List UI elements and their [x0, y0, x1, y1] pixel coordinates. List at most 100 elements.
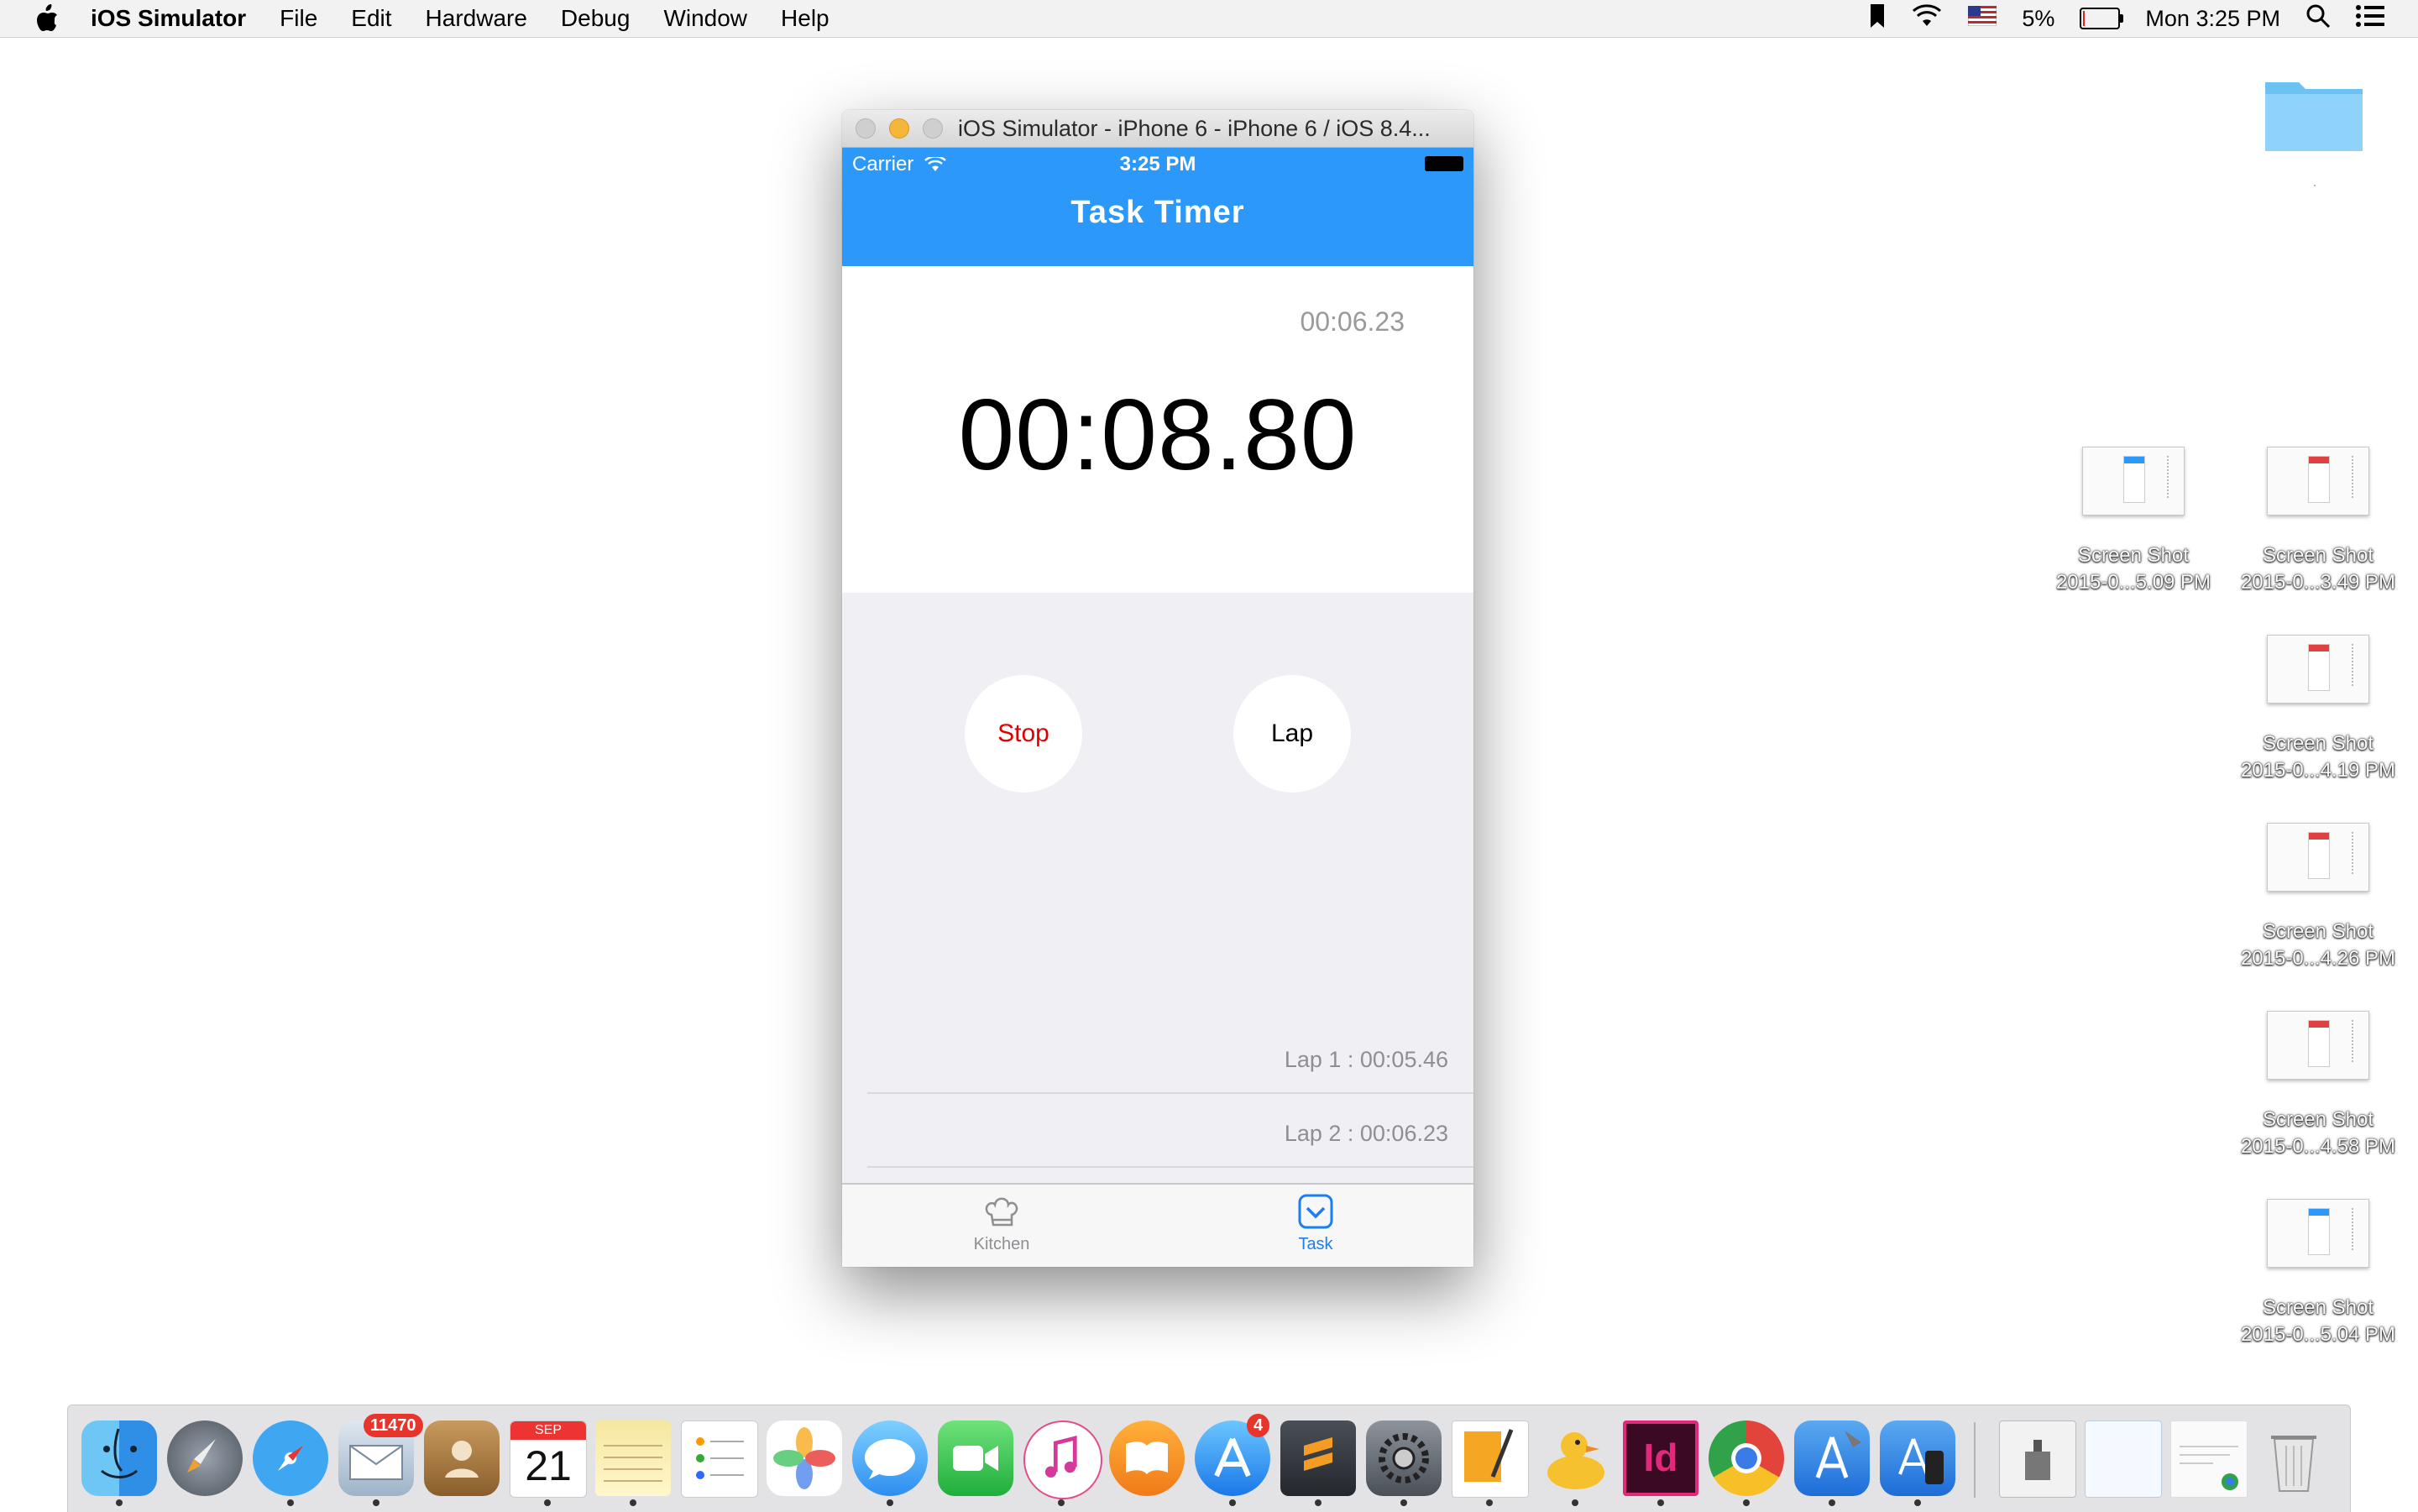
system-preferences-icon[interactable] [1366, 1420, 1442, 1496]
simulator-window: iOS Simulator - iPhone 6 - iPhone 6 / iO… [842, 110, 1473, 1267]
desktop-file-label: Screen Shot 2015-0...3.49 PM [2240, 544, 2396, 594]
current-lap-time: 00:06.23 [1300, 306, 1405, 337]
calendar-icon[interactable]: SEP 21 [510, 1420, 587, 1498]
menu-help[interactable]: Help [781, 5, 830, 32]
desktop-file-label: Screen Shot 2015-0...5.04 PM [2240, 1296, 2396, 1346]
nav-title: Task Timer [1070, 195, 1245, 230]
screenshot-thumbnail-icon [2267, 447, 2369, 515]
tab-bar: Kitchen Task [842, 1183, 1473, 1267]
menu-file[interactable]: File [280, 5, 317, 32]
launchpad-icon[interactable] [167, 1420, 243, 1496]
pages-icon[interactable] [1452, 1420, 1529, 1498]
lap-row[interactable]: Lap 1 : 00:05.46 [867, 1018, 1473, 1094]
apple-menu-icon[interactable] [34, 3, 60, 34]
running-indicator [287, 1499, 294, 1506]
menu-hardware[interactable]: Hardware [426, 5, 527, 32]
navigation-bar: Carrier 3:25 PM Task Timer [842, 148, 1473, 266]
running-indicator [1315, 1499, 1322, 1506]
tab-kitchen[interactable]: Kitchen [943, 1193, 1060, 1254]
chef-hat-icon [983, 1193, 1020, 1230]
sublime-text-icon[interactable] [1280, 1420, 1356, 1496]
desktop-folder-label: · [2312, 176, 2317, 193]
running-indicator [1829, 1499, 1835, 1506]
desktop-file-label: Screen Shot 2015-0...4.19 PM [2240, 732, 2396, 782]
ibooks-icon[interactable] [1109, 1420, 1185, 1496]
desktop-folder-icon[interactable] [2262, 71, 2366, 154]
app-store-badge: 4 [1247, 1414, 1270, 1437]
tab-kitchen-label: Kitchen [973, 1235, 1030, 1253]
facetime-icon[interactable] [938, 1420, 1013, 1496]
lap-row-label: Lap 1 : 00:05.46 [1284, 1047, 1448, 1072]
menu-app-name[interactable]: iOS Simulator [91, 5, 246, 32]
stop-button[interactable]: Stop [965, 675, 1082, 793]
battery-percent[interactable]: 5% [2022, 6, 2054, 32]
ios-battery-icon [1425, 156, 1463, 171]
tab-task[interactable]: Task [1257, 1193, 1374, 1254]
desktop-file[interactable]: Screen Shot 2015-0...3.49 PM [2230, 447, 2406, 596]
window-titlebar[interactable]: iOS Simulator - iPhone 6 - iPhone 6 / iO… [842, 110, 1473, 148]
running-indicator [887, 1499, 893, 1506]
menu-edit[interactable]: Edit [351, 5, 391, 32]
ios-status-time: 3:25 PM [1119, 153, 1196, 175]
iphone-screen: Carrier 3:25 PM Task Timer 00:06.23 00:0… [842, 148, 1473, 1267]
screenshot-thumbnail-icon [2267, 1011, 2369, 1080]
trash-icon[interactable] [2256, 1420, 2332, 1496]
chrome-icon[interactable] [1709, 1420, 1784, 1496]
battery-icon[interactable] [2080, 8, 2124, 29]
desktop-file-label: Screen Shot 2015-0...4.26 PM [2240, 920, 2396, 970]
photos-icon[interactable] [767, 1420, 842, 1496]
archive-utility-icon[interactable] [1999, 1420, 2076, 1498]
screenshot-thumbnail-icon [2267, 635, 2369, 704]
desktop-file[interactable]: Screen Shot 2015-0...4.26 PM [2230, 823, 2406, 972]
simulator-icon[interactable] [1880, 1420, 1955, 1496]
lap-row[interactable]: Lap 2 : 00:06.23 [867, 1092, 1473, 1168]
desktop-file[interactable]: Screen Shot 2015-0...5.04 PM [2230, 1199, 2406, 1348]
running-indicator [1914, 1499, 1921, 1506]
timer-panel: 00:06.23 00:08.80 [842, 266, 1473, 593]
cyberduck-icon[interactable] [1537, 1420, 1613, 1496]
dock-separator [1974, 1422, 1976, 1498]
window-minimize-button[interactable] [889, 118, 909, 139]
downloads-stack-icon[interactable] [2170, 1420, 2248, 1498]
running-indicator [544, 1499, 551, 1506]
screenshot-thumbnail-icon [2267, 1199, 2369, 1268]
spotlight-search-icon[interactable] [2305, 3, 2331, 34]
ios-status-bar: Carrier 3:25 PM [842, 148, 1473, 181]
wifi-icon[interactable] [1911, 3, 1943, 34]
running-indicator [1058, 1499, 1065, 1506]
menu-window[interactable]: Window [663, 5, 747, 32]
lap-row-label: Lap 2 : 00:06.23 [1284, 1121, 1448, 1146]
itunes-icon[interactable] [1023, 1420, 1102, 1499]
lap-button[interactable]: Lap [1233, 675, 1351, 793]
checkbox-icon [1297, 1193, 1334, 1230]
window-close-button[interactable] [856, 118, 876, 139]
contacts-icon[interactable] [424, 1420, 500, 1496]
desktop-file[interactable]: Screen Shot 2015-0...5.09 PM [2045, 447, 2222, 596]
menu-bar: iOS Simulator File Edit Hardware Debug W… [0, 0, 2418, 38]
running-indicator [630, 1499, 636, 1506]
notes-icon[interactable] [595, 1420, 671, 1496]
indesign-icon[interactable]: Id [1623, 1420, 1698, 1496]
running-indicator [1400, 1499, 1407, 1506]
notification-center-icon[interactable] [2356, 4, 2384, 33]
bookmark-icon[interactable] [1869, 3, 1886, 34]
window-title: iOS Simulator - iPhone 6 - iPhone 6 / iO… [958, 116, 1431, 141]
mail-badge: 11470 [364, 1414, 423, 1437]
messages-icon[interactable] [852, 1420, 928, 1496]
finder-icon[interactable] [81, 1420, 157, 1496]
reminders-icon[interactable] [681, 1420, 758, 1498]
tab-task-label: Task [1298, 1235, 1333, 1253]
desktop-file-label: Screen Shot 2015-0...4.58 PM [2240, 1108, 2396, 1158]
running-indicator [373, 1499, 379, 1506]
desktop-file[interactable]: Screen Shot 2015-0...4.19 PM [2230, 635, 2406, 784]
menu-debug[interactable]: Debug [561, 5, 631, 32]
xcode-icon[interactable] [1794, 1420, 1870, 1496]
safari-icon[interactable] [253, 1420, 328, 1496]
document-icon[interactable] [2085, 1420, 2162, 1498]
window-zoom-button[interactable] [923, 118, 943, 139]
screenshot-thumbnail-icon [2267, 823, 2369, 892]
running-indicator [1743, 1499, 1750, 1506]
desktop-file[interactable]: Screen Shot 2015-0...4.58 PM [2230, 1011, 2406, 1160]
us-flag-icon[interactable] [1967, 5, 1997, 32]
menu-clock[interactable]: Mon 3:25 PM [2145, 6, 2280, 32]
